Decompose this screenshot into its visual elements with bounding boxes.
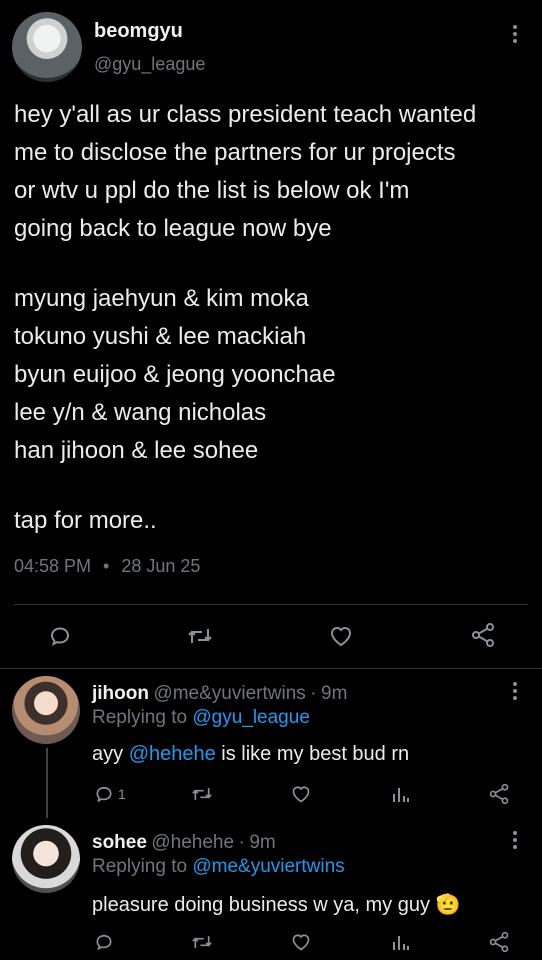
reply-display-name[interactable]: jihoon	[92, 683, 149, 704]
partner-line: myung jaehyun & kim moka	[14, 285, 309, 312]
partner-line: byun euijoo & jeong yoonchae	[14, 361, 336, 388]
thread-line	[46, 748, 48, 818]
reply-handle[interactable]: @hehehe	[151, 832, 234, 853]
avatar[interactable]	[12, 825, 80, 893]
reply-handle[interactable]: @me&yuviertwins	[153, 683, 305, 704]
replying-to-label: Replying to	[92, 856, 188, 877]
share-icon[interactable]	[488, 783, 510, 805]
reply-text: pleasure doing business w ya, my guy 🫡	[92, 892, 460, 917]
reply-age: 9m	[249, 832, 276, 853]
reply-icon[interactable]	[94, 932, 114, 952]
tweet-line: hey y'all as ur class president teach wa…	[14, 101, 477, 128]
reply-action[interactable]: 1	[94, 784, 126, 804]
divider	[0, 668, 542, 669]
reply-header: sohee @hehehe · 9m	[92, 832, 276, 854]
tweet-line: going back to league now bye	[14, 215, 332, 242]
avatar[interactable]	[12, 12, 82, 82]
reply-text: ayy @hehehe is like my best bud rn	[92, 743, 409, 766]
tweet-time: 04:58 PM	[14, 556, 92, 576]
reply-display-name[interactable]: sohee	[92, 832, 147, 853]
analytics-icon[interactable]	[390, 932, 410, 952]
reply-text-prefix: ayy	[92, 743, 129, 765]
partner-list: myung jaehyun & kim moka tokuno yushi & …	[14, 280, 534, 470]
avatar[interactable]	[12, 676, 80, 744]
reply-count: 1	[118, 786, 126, 802]
analytics-icon[interactable]	[390, 784, 410, 804]
reply-icon	[96, 786, 112, 803]
meta-separator: ·	[238, 832, 245, 853]
divider	[14, 604, 528, 605]
reply-header: jihoon @me&yuviertwins · 9m	[92, 683, 347, 705]
retweet-icon[interactable]	[187, 624, 213, 648]
reply-text-suffix: is like my best bud rn	[215, 743, 410, 765]
tweet-text: hey y'all as ur class president teach wa…	[14, 96, 534, 540]
more-icon[interactable]	[505, 677, 525, 705]
replying-to: Replying to @me&yuviertwins	[92, 856, 345, 878]
more-icon[interactable]	[505, 20, 525, 48]
partner-line: tokuno yushi & lee mackiah	[14, 323, 307, 350]
meta-separator: ·	[310, 683, 317, 704]
tweet-intro: hey y'all as ur class president teach wa…	[14, 96, 534, 248]
replying-to-handle[interactable]: @me&yuviertwins	[192, 856, 344, 877]
replying-to: Replying to @gyu_league	[92, 707, 310, 729]
replying-to-label: Replying to	[92, 707, 188, 728]
tweet-timestamp: 04:58 PM • 28 Jun 25	[14, 556, 200, 577]
tweet-line: me to disclose the partners for ur proje…	[14, 139, 456, 166]
retweet-icon[interactable]	[191, 932, 213, 952]
reply-age: 9m	[321, 683, 348, 704]
partner-line: han jihoon & lee sohee	[14, 437, 259, 464]
partner-line: lee y/n & wang nicholas	[14, 399, 267, 426]
mention-link[interactable]: @hehehe	[129, 743, 216, 765]
reply-icon[interactable]	[48, 624, 72, 648]
tweet-date: 28 Jun 25	[121, 556, 201, 576]
share-icon[interactable]	[470, 622, 496, 648]
author-display-name[interactable]: beomgyu	[94, 20, 183, 43]
tweet-line: or wtv u ppl do the list is below ok I'm	[14, 177, 410, 204]
salute-emoji-icon: 🫡	[435, 894, 461, 916]
share-icon[interactable]	[488, 931, 510, 953]
reply-text-body: pleasure doing business w ya, my guy	[92, 894, 430, 916]
retweet-icon[interactable]	[191, 784, 213, 804]
more-icon[interactable]	[505, 826, 525, 854]
replying-to-handle[interactable]: @gyu_league	[192, 707, 310, 728]
author-handle[interactable]: @gyu_league	[94, 54, 205, 75]
meta-separator: •	[103, 556, 110, 576]
heart-icon[interactable]	[290, 784, 312, 804]
heart-icon[interactable]	[328, 624, 354, 648]
tap-for-more-link[interactable]: tap for more..	[14, 502, 534, 540]
heart-icon[interactable]	[290, 932, 312, 952]
